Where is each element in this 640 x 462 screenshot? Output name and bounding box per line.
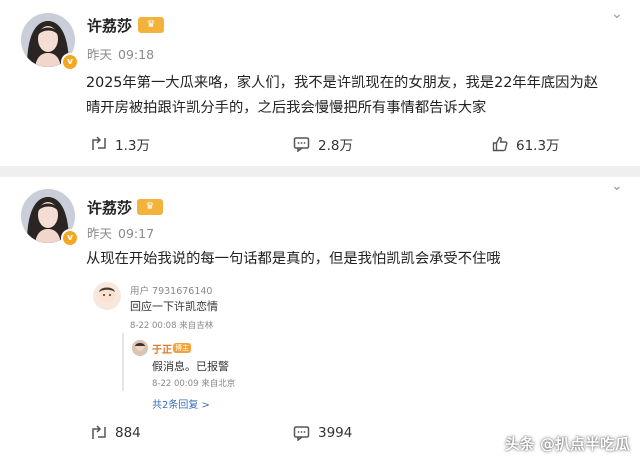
repost-icon [92,136,106,150]
comment-count: 2.8万 [318,138,353,154]
comment-icon [293,426,310,441]
comment-icon [293,137,310,152]
author-tag: 博主 [173,343,191,353]
repost-icon [92,425,106,439]
weibo-post-1: v 许荔莎 ♛ 昨天 09:18 ⌄ 2025年第一大瓜来咯，家人们，我不是许凯现… [0,0,640,166]
username[interactable]: 许荔莎 [87,197,132,218]
like-button[interactable]: 61.3万 [492,134,560,154]
post-time: 昨天 09:18 [87,47,155,62]
thumbs-up-icon [492,136,508,152]
comment-text: 回应一下许凯恋情 [130,300,218,313]
like-count: 61.3万 [516,138,560,154]
username[interactable]: 许荔莎 [87,15,132,36]
comment-button[interactable]: 2.8万 [293,134,353,154]
commenter-name: 用户 7931676140 [130,286,213,297]
post-body: 从现在开始我说的每一句话都是真的，但是我怕凯凯会承受不住哦 [86,251,501,267]
repost-count: 884 [115,425,141,441]
repost-count: 1.3万 [115,138,150,154]
commenter-avatar [93,282,121,310]
post-body: 2025年第一大瓜来咯，家人们，我不是许凯现在的女朋友，我是22年年底因为赵 晴… [86,75,599,116]
replier-name: 于正 [152,345,172,356]
more-options-icon[interactable]: ⌄ [611,6,623,22]
watermark: 头条 @扒点半吃瓜 [504,435,630,453]
reply-text: 假消息。已报警 [152,360,229,373]
vip-crown-icon: ♛ [137,199,163,215]
comment-meta: 8-22 00:08 来自吉林 [130,321,214,331]
verified-badge-icon: v [61,229,79,247]
more-options-icon[interactable]: ⌄ [611,178,623,194]
weibo-post-2: v 许荔莎 ♛ 昨天 09:17 ⌄ 从现在开始我说的每一句话都是真的，但是我怕凯… [0,177,640,462]
more-replies-link[interactable]: 共2条回复 > [152,396,210,411]
repost-button[interactable]: 884 [91,425,141,441]
repost-button[interactable]: 1.3万 [91,134,150,154]
replier-avatar [132,340,148,356]
reply-divider [122,333,124,391]
comment-count: 3994 [318,425,353,441]
post-time: 昨天 09:17 [87,226,155,241]
vip-crown-icon: ♛ [138,17,164,33]
reply-meta: 8-22 00:09 来自北京 [152,379,236,389]
action-bar: 1.3万 2.8万 61.3万 [0,134,640,158]
embedded-comment-screenshot: 用户 7931676140 回应一下许凯恋情 8-22 00:08 来自吉林 于… [88,278,378,418]
verified-badge-icon: v [61,53,79,71]
comment-button[interactable]: 3994 [293,425,352,441]
